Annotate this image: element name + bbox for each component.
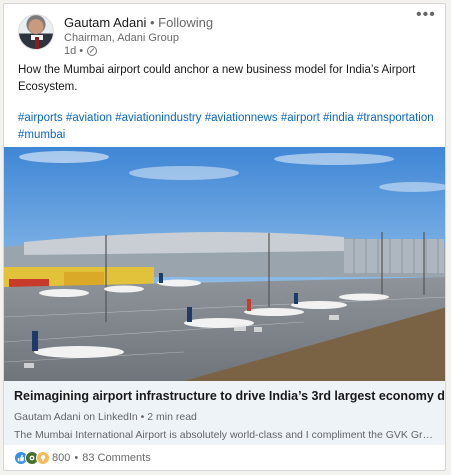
article-source: Gautam Adani on LinkedIn • 2 min read: [14, 411, 197, 423]
hashtag-transportation[interactable]: #transportation: [357, 112, 434, 124]
author-subtitle: Chairman, Adani Group: [64, 32, 179, 44]
article-title[interactable]: Reimagining airport infrastructure to dr…: [14, 389, 445, 403]
author-avatar[interactable]: [18, 14, 54, 50]
article-preview[interactable]: Reimagining airport infrastructure to dr…: [4, 381, 445, 445]
author-name[interactable]: Gautam Adani: [64, 15, 146, 30]
social-counts[interactable]: 800 • 83 Comments: [14, 450, 151, 466]
comments-count[interactable]: 83 Comments: [82, 452, 150, 464]
hashtag-airport[interactable]: #airport: [281, 112, 320, 124]
follow-status: Following: [158, 15, 214, 30]
social-separator: •: [74, 452, 79, 464]
hashtag-aviationnews[interactable]: #aviationnews: [205, 112, 278, 124]
globe-icon: [87, 46, 98, 56]
post-time: 1d •: [64, 45, 84, 57]
article-hero-image[interactable]: [4, 147, 446, 381]
hashtag-list: #airports #aviation #aviationindustry #a…: [18, 110, 438, 144]
post-commentary: How the Mumbai airport could anchor a ne…: [18, 64, 416, 93]
follow-separator: •: [146, 15, 159, 30]
insightful-icon: [36, 451, 50, 465]
feed-post-card: Gautam Adani • Following Chairman, Adani…: [3, 3, 446, 471]
post-author[interactable]: Gautam Adani • Following Chairman, Adani…: [18, 14, 418, 60]
article-description: The Mumbai International Airport is abso…: [14, 429, 438, 441]
reactions-count[interactable]: 800: [52, 452, 70, 464]
hashtag-india[interactable]: #india: [323, 112, 354, 124]
more-options-icon[interactable]: •••: [416, 7, 436, 23]
hashtag-airports[interactable]: #airports: [18, 112, 63, 124]
hashtag-aviationindustry[interactable]: #aviationindustry: [115, 112, 201, 124]
hashtag-aviation[interactable]: #aviation: [66, 112, 112, 124]
hashtag-mumbai[interactable]: #mumbai: [18, 129, 65, 141]
